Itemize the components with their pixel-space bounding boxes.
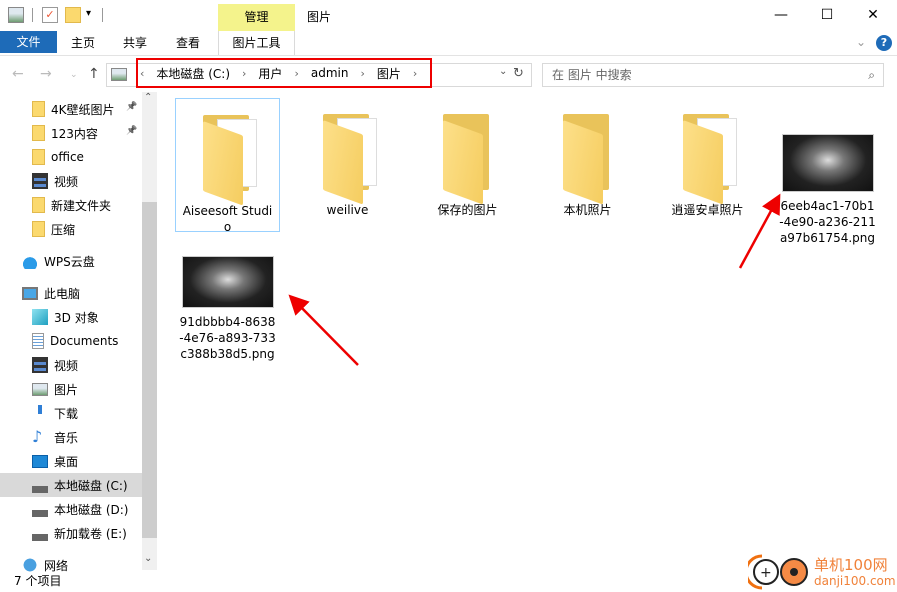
annotation-arrows [288,193,781,366]
status-item-count: 7 个项目 [14,574,62,588]
watermark-url: danji100.com [814,574,896,588]
watermark-text: 单机100网 [814,556,888,574]
svg-text:+: + [760,565,772,581]
watermark-logo-icon: + [748,554,808,590]
watermark-logo: + 单机100网 danji100.com [748,552,897,592]
red-arrow [288,294,359,366]
red-arrow [738,193,781,269]
